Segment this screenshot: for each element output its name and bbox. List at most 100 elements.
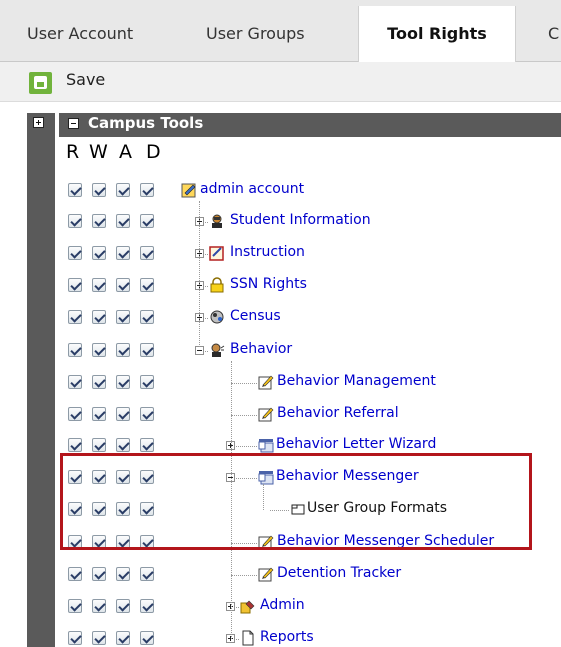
subtool-icon bbox=[290, 501, 306, 517]
checkbox-add-ssn-rights[interactable] bbox=[116, 278, 130, 292]
checkbox-add-census[interactable] bbox=[116, 310, 130, 324]
checkbox-read-census[interactable] bbox=[68, 310, 82, 324]
checkbox-delete-reports[interactable] bbox=[140, 631, 154, 645]
checkbox-read-behavior-messenger-scheduler[interactable] bbox=[68, 535, 82, 549]
checkbox-write-behavior-messenger[interactable] bbox=[92, 470, 106, 484]
campus-tools-title: Campus Tools bbox=[88, 114, 204, 132]
tree-item-behavior-messenger[interactable]: Behavior Messenger bbox=[276, 468, 419, 484]
module-icon bbox=[258, 437, 274, 453]
tree-item-admin[interactable]: Admin bbox=[260, 597, 305, 613]
checkbox-delete-detention-tracker[interactable] bbox=[140, 567, 154, 581]
expand-all-icon[interactable] bbox=[33, 117, 44, 128]
checkbox-read-instruction[interactable] bbox=[68, 246, 82, 260]
tree-item-user-group-formats[interactable]: User Group Formats bbox=[307, 500, 447, 516]
checkbox-write-behavior[interactable] bbox=[92, 343, 106, 357]
checkbox-write-detention-tracker[interactable] bbox=[92, 567, 106, 581]
checkbox-delete-behavior-letter-wizard[interactable] bbox=[140, 438, 154, 452]
column-delete: D bbox=[146, 141, 161, 163]
checkbox-add-behavior-referral[interactable] bbox=[116, 407, 130, 421]
tree-item-reports[interactable]: Reports bbox=[260, 629, 314, 645]
checkbox-delete-admin-account[interactable] bbox=[140, 183, 154, 197]
tree-item-instruction[interactable]: Instruction bbox=[230, 244, 305, 260]
column-add: A bbox=[119, 141, 132, 163]
column-read: R bbox=[66, 141, 80, 163]
checkbox-add-instruction[interactable] bbox=[116, 246, 130, 260]
checkbox-write-instruction[interactable] bbox=[92, 246, 106, 260]
checkbox-write-behavior-letter-wizard[interactable] bbox=[92, 438, 106, 452]
tree-item-ssn-rights[interactable]: SSN Rights bbox=[230, 276, 307, 292]
checkbox-delete-behavior-management[interactable] bbox=[140, 375, 154, 389]
tab-tool-rights[interactable]: Tool Rights bbox=[358, 6, 516, 63]
tree-item-behavior[interactable]: Behavior bbox=[230, 341, 292, 357]
tree-item-behavior-messenger-scheduler[interactable]: Behavior Messenger Scheduler bbox=[277, 533, 494, 549]
checkbox-read-ssn-rights[interactable] bbox=[68, 278, 82, 292]
checkbox-read-behavior[interactable] bbox=[68, 343, 82, 357]
checkbox-delete-behavior-referral[interactable] bbox=[140, 407, 154, 421]
tree-item-behavior-letter-wizard[interactable]: Behavior Letter Wizard bbox=[276, 436, 436, 452]
checkbox-write-reports[interactable] bbox=[92, 631, 106, 645]
checkbox-write-admin[interactable] bbox=[92, 599, 106, 613]
collapse-behavior-icon[interactable] bbox=[195, 346, 204, 355]
census-icon bbox=[209, 309, 225, 325]
tree-item-student-information[interactable]: Student Information bbox=[230, 212, 371, 228]
checkbox-write-behavior-messenger-scheduler[interactable] bbox=[92, 535, 106, 549]
tree-item-detention-tracker[interactable]: Detention Tracker bbox=[277, 565, 401, 581]
checkbox-add-behavior-messenger[interactable] bbox=[116, 470, 130, 484]
collapse-campus-icon[interactable] bbox=[68, 118, 79, 129]
tree-vertical-connector bbox=[199, 201, 200, 347]
checkbox-write-user-group-formats[interactable] bbox=[92, 502, 106, 516]
checkbox-write-behavior-management[interactable] bbox=[92, 375, 106, 389]
tab-user-account[interactable]: User Account bbox=[27, 6, 133, 62]
checkbox-delete-ssn-rights[interactable] bbox=[140, 278, 154, 292]
checkbox-delete-user-group-formats[interactable] bbox=[140, 502, 154, 516]
tab-user-groups[interactable]: User Groups bbox=[206, 6, 305, 62]
checkbox-add-behavior-management[interactable] bbox=[116, 375, 130, 389]
checkbox-delete-census[interactable] bbox=[140, 310, 154, 324]
save-button[interactable]: Save bbox=[66, 70, 105, 89]
checkbox-delete-student-information[interactable] bbox=[140, 214, 154, 228]
checkbox-read-user-group-formats[interactable] bbox=[68, 502, 82, 516]
checkbox-read-admin[interactable] bbox=[68, 599, 82, 613]
column-write: W bbox=[89, 141, 108, 163]
tool-icon bbox=[258, 406, 274, 422]
checkbox-delete-behavior-messenger[interactable] bbox=[140, 470, 154, 484]
checkbox-delete-behavior[interactable] bbox=[140, 343, 154, 357]
checkbox-delete-instruction[interactable] bbox=[140, 246, 154, 260]
checkbox-write-ssn-rights[interactable] bbox=[92, 278, 106, 292]
save-icon[interactable] bbox=[29, 72, 52, 94]
checkbox-add-behavior[interactable] bbox=[116, 343, 130, 357]
tree-item-behavior-referral[interactable]: Behavior Referral bbox=[277, 405, 399, 421]
tree-gutter bbox=[27, 113, 55, 647]
checkbox-delete-behavior-messenger-scheduler[interactable] bbox=[140, 535, 154, 549]
tree-vertical-connector bbox=[263, 484, 264, 510]
checkbox-write-behavior-referral[interactable] bbox=[92, 407, 106, 421]
checkbox-write-census[interactable] bbox=[92, 310, 106, 324]
checkbox-add-behavior-messenger-scheduler[interactable] bbox=[116, 535, 130, 549]
checkbox-read-behavior-referral[interactable] bbox=[68, 407, 82, 421]
checkbox-read-detention-tracker[interactable] bbox=[68, 567, 82, 581]
checkbox-read-behavior-letter-wizard[interactable] bbox=[68, 438, 82, 452]
checkbox-add-behavior-letter-wizard[interactable] bbox=[116, 438, 130, 452]
tab-truncated[interactable]: C bbox=[548, 6, 559, 62]
checkbox-add-admin[interactable] bbox=[116, 599, 130, 613]
tree-connector bbox=[231, 543, 257, 544]
checkbox-read-reports[interactable] bbox=[68, 631, 82, 645]
checkbox-write-admin-account[interactable] bbox=[92, 183, 106, 197]
checkbox-write-student-information[interactable] bbox=[92, 214, 106, 228]
checkbox-add-student-information[interactable] bbox=[116, 214, 130, 228]
checkbox-add-admin-account[interactable] bbox=[116, 183, 130, 197]
checkbox-read-admin-account[interactable] bbox=[68, 183, 82, 197]
checkbox-add-detention-tracker[interactable] bbox=[116, 567, 130, 581]
checkbox-add-user-group-formats[interactable] bbox=[116, 502, 130, 516]
checkbox-read-behavior-management[interactable] bbox=[68, 375, 82, 389]
tree-item-census[interactable]: Census bbox=[230, 308, 281, 324]
checkbox-delete-admin[interactable] bbox=[140, 599, 154, 613]
tree-item-admin-account[interactable]: admin account bbox=[200, 181, 304, 197]
checkbox-add-reports[interactable] bbox=[116, 631, 130, 645]
tree-item-behavior-management[interactable]: Behavior Management bbox=[277, 373, 436, 389]
checkbox-read-behavior-messenger[interactable] bbox=[68, 470, 82, 484]
lock-icon bbox=[209, 277, 225, 293]
tree-connector bbox=[231, 575, 257, 576]
tool-icon bbox=[258, 534, 274, 550]
checkbox-read-student-information[interactable] bbox=[68, 214, 82, 228]
